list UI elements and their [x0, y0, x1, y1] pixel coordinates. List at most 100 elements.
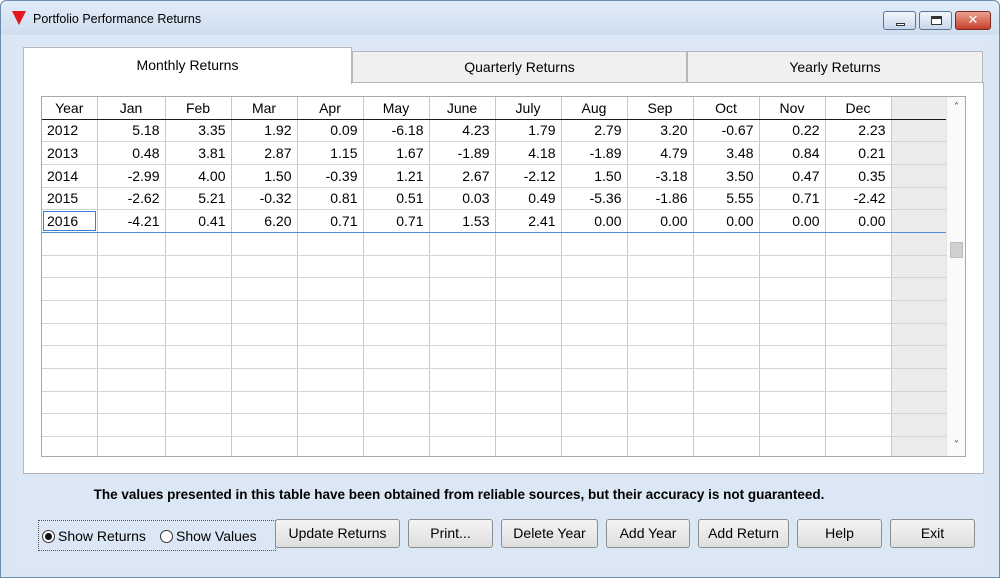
column-header-june[interactable]: June	[429, 97, 496, 120]
empty-cell[interactable]	[165, 277, 232, 301]
empty-cell[interactable]	[759, 255, 826, 279]
return-cell[interactable]: 0.84	[759, 141, 826, 165]
empty-cell[interactable]	[231, 277, 298, 301]
return-cell[interactable]: 1.92	[231, 119, 298, 143]
empty-cell[interactable]	[561, 277, 628, 301]
update-returns-button[interactable]: Update Returns	[275, 519, 400, 548]
empty-cell[interactable]	[627, 300, 694, 324]
return-cell[interactable]: 4.18	[495, 141, 562, 165]
return-cell[interactable]: -2.12	[495, 164, 562, 188]
add-year-button[interactable]: Add Year	[606, 519, 690, 548]
empty-cell[interactable]	[693, 323, 760, 347]
empty-cell[interactable]	[759, 277, 826, 301]
empty-row[interactable]	[42, 277, 946, 301]
return-cell[interactable]: 0.09	[297, 119, 364, 143]
return-cell[interactable]: -3.18	[627, 164, 694, 188]
empty-cell[interactable]	[165, 391, 232, 415]
empty-cell[interactable]	[693, 391, 760, 415]
tab-quarterly-returns[interactable]: Quarterly Returns	[352, 51, 687, 83]
return-cell[interactable]: 1.67	[363, 141, 430, 165]
empty-cell[interactable]	[363, 255, 430, 279]
empty-cell[interactable]	[693, 436, 760, 456]
return-cell[interactable]: 3.20	[627, 119, 694, 143]
return-cell[interactable]: 0.00	[825, 209, 892, 233]
empty-cell[interactable]	[97, 323, 166, 347]
return-cell[interactable]: 1.53	[429, 209, 496, 233]
empty-cell[interactable]	[42, 277, 98, 301]
empty-cell[interactable]	[825, 277, 892, 301]
column-header-aug[interactable]: Aug	[561, 97, 628, 120]
empty-cell[interactable]	[297, 436, 364, 456]
empty-cell[interactable]	[561, 368, 628, 392]
return-cell[interactable]: 0.00	[759, 209, 826, 233]
return-cell[interactable]: 0.71	[297, 209, 364, 233]
empty-cell[interactable]	[165, 232, 232, 256]
return-cell[interactable]: 1.50	[561, 164, 628, 188]
empty-row[interactable]	[42, 232, 946, 256]
return-cell[interactable]: 0.49	[495, 187, 562, 211]
year-cell[interactable]: 2012	[42, 119, 98, 143]
return-cell[interactable]: 0.22	[759, 119, 826, 143]
add-return-button[interactable]: Add Return	[698, 519, 789, 548]
scroll-down-icon[interactable]: ˅	[947, 437, 965, 454]
year-cell[interactable]: 2015	[42, 187, 98, 211]
column-header-july[interactable]: July	[495, 97, 562, 120]
empty-cell[interactable]	[231, 413, 298, 438]
empty-cell[interactable]	[429, 255, 496, 279]
empty-cell[interactable]	[627, 345, 694, 370]
empty-cell[interactable]	[297, 323, 364, 347]
empty-cell[interactable]	[693, 345, 760, 370]
return-cell[interactable]: -1.86	[627, 187, 694, 211]
empty-cell[interactable]	[495, 323, 562, 347]
empty-row[interactable]	[42, 436, 946, 456]
table-row[interactable]: 2012 5.18 3.35 1.92 0.09 -6.18 4.23 1.79 2.79 3.2…	[42, 119, 946, 143]
empty-cell[interactable]	[627, 368, 694, 392]
empty-cell[interactable]	[97, 391, 166, 415]
empty-cell[interactable]	[759, 300, 826, 324]
empty-cell[interactable]	[42, 232, 98, 256]
empty-cell[interactable]	[97, 345, 166, 370]
empty-cell[interactable]	[561, 413, 628, 438]
empty-cell[interactable]	[165, 345, 232, 370]
empty-cell[interactable]	[495, 436, 562, 456]
return-cell[interactable]: 0.51	[363, 187, 430, 211]
empty-cell[interactable]	[561, 232, 628, 256]
empty-cell[interactable]	[165, 323, 232, 347]
empty-cell[interactable]	[429, 277, 496, 301]
return-cell[interactable]: -6.18	[363, 119, 430, 143]
empty-cell[interactable]	[231, 368, 298, 392]
return-cell[interactable]: 0.00	[561, 209, 628, 233]
empty-cell[interactable]	[297, 413, 364, 438]
empty-cell[interactable]	[759, 368, 826, 392]
empty-cell[interactable]	[363, 368, 430, 392]
return-cell[interactable]: 0.21	[825, 141, 892, 165]
empty-cell[interactable]	[561, 323, 628, 347]
empty-cell[interactable]	[363, 436, 430, 456]
empty-cell[interactable]	[693, 277, 760, 301]
empty-cell[interactable]	[495, 277, 562, 301]
empty-cell[interactable]	[627, 232, 694, 256]
return-cell[interactable]: 6.20	[231, 209, 298, 233]
empty-cell[interactable]	[363, 300, 430, 324]
empty-cell[interactable]	[759, 413, 826, 438]
return-cell[interactable]: -1.89	[429, 141, 496, 165]
empty-cell[interactable]	[165, 368, 232, 392]
empty-row[interactable]	[42, 368, 946, 392]
empty-cell[interactable]	[231, 232, 298, 256]
returns-grid[interactable]: Year Jan Feb Mar Apr May June July Aug Sep Oct Nov D…	[41, 96, 966, 457]
return-cell[interactable]: 0.47	[759, 164, 826, 188]
return-cell[interactable]: 0.81	[297, 187, 364, 211]
return-cell[interactable]: 4.00	[165, 164, 232, 188]
empty-row[interactable]	[42, 323, 946, 347]
empty-cell[interactable]	[495, 368, 562, 392]
return-cell[interactable]: -2.62	[97, 187, 166, 211]
empty-cell[interactable]	[363, 323, 430, 347]
empty-cell[interactable]	[363, 413, 430, 438]
return-cell[interactable]: 3.48	[693, 141, 760, 165]
empty-cell[interactable]	[825, 436, 892, 456]
return-cell[interactable]: 0.03	[429, 187, 496, 211]
return-cell[interactable]: 3.35	[165, 119, 232, 143]
empty-cell[interactable]	[297, 232, 364, 256]
empty-cell[interactable]	[495, 255, 562, 279]
close-button[interactable]: ✕	[955, 11, 991, 30]
